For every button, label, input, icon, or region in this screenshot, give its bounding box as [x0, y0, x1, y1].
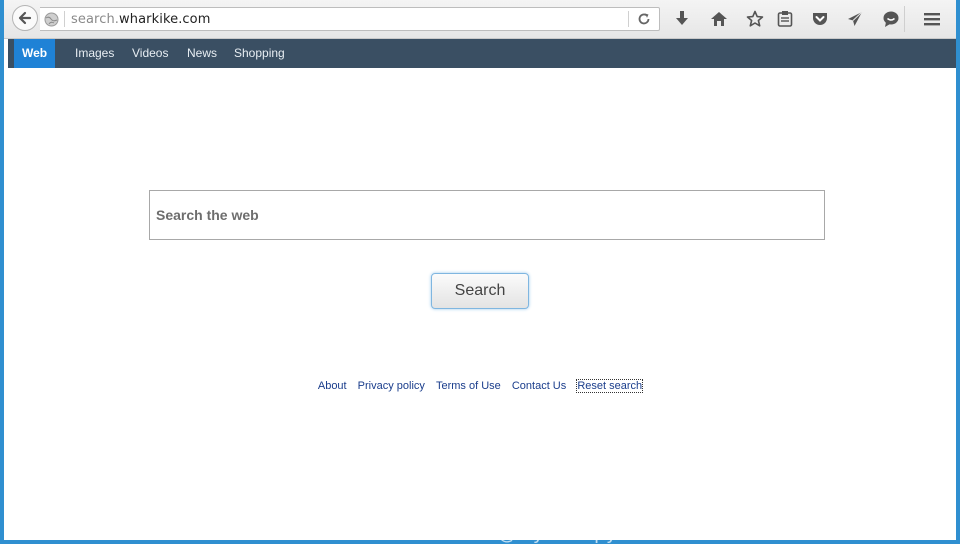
url-bar[interactable]: search.wharkike.com	[40, 7, 660, 31]
back-icon	[18, 11, 32, 25]
menu-icon[interactable]	[923, 10, 941, 28]
url-domain: wharkike.com	[119, 12, 211, 27]
reading-list-icon[interactable]	[777, 10, 793, 28]
nav-tab-web[interactable]: Web	[14, 39, 56, 68]
menu-separator	[904, 6, 905, 32]
search-input[interactable]	[150, 191, 824, 239]
nav-tab-news[interactable]: News	[179, 39, 225, 68]
download-icon[interactable]	[674, 10, 690, 28]
globe-icon	[44, 12, 59, 27]
bookmark-star-icon[interactable]	[746, 10, 764, 28]
footer-link-terms[interactable]: Terms of Use	[436, 380, 501, 392]
watermark: search.wharkike.com@MyAntiSpyware	[296, 522, 664, 544]
nav-tab-shopping[interactable]: Shopping	[226, 39, 293, 68]
reload-icon[interactable]	[637, 12, 651, 26]
nav-tab-videos[interactable]: Videos	[124, 39, 176, 68]
url-prefix: search.	[71, 12, 120, 27]
search-box	[149, 190, 825, 240]
search-button[interactable]: Search	[431, 273, 529, 309]
footer-link-privacy[interactable]: Privacy policy	[358, 380, 425, 392]
url-text[interactable]: search.wharkike.com	[71, 12, 211, 27]
send-icon[interactable]	[846, 10, 864, 28]
browser-toolbar: search.wharkike.com	[4, 0, 956, 39]
search-nav-bar: Web Images Videos News Shopping	[8, 39, 956, 68]
home-icon[interactable]	[710, 10, 728, 28]
footer-link-about[interactable]: About	[318, 380, 347, 392]
browser-window: search.wharkike.com Web Images Videos Ne…	[4, 0, 956, 540]
footer-link-reset-search[interactable]: Reset search	[576, 379, 644, 393]
back-button[interactable]	[12, 5, 38, 31]
pocket-icon[interactable]	[811, 10, 829, 28]
url-separator	[64, 11, 65, 27]
footer-links: About Privacy policy Terms of Use Contac…	[4, 379, 956, 393]
nav-tab-images[interactable]: Images	[67, 39, 122, 68]
footer-link-contact[interactable]: Contact Us	[512, 380, 566, 392]
reload-separator	[628, 11, 629, 27]
chat-icon[interactable]	[882, 10, 900, 28]
